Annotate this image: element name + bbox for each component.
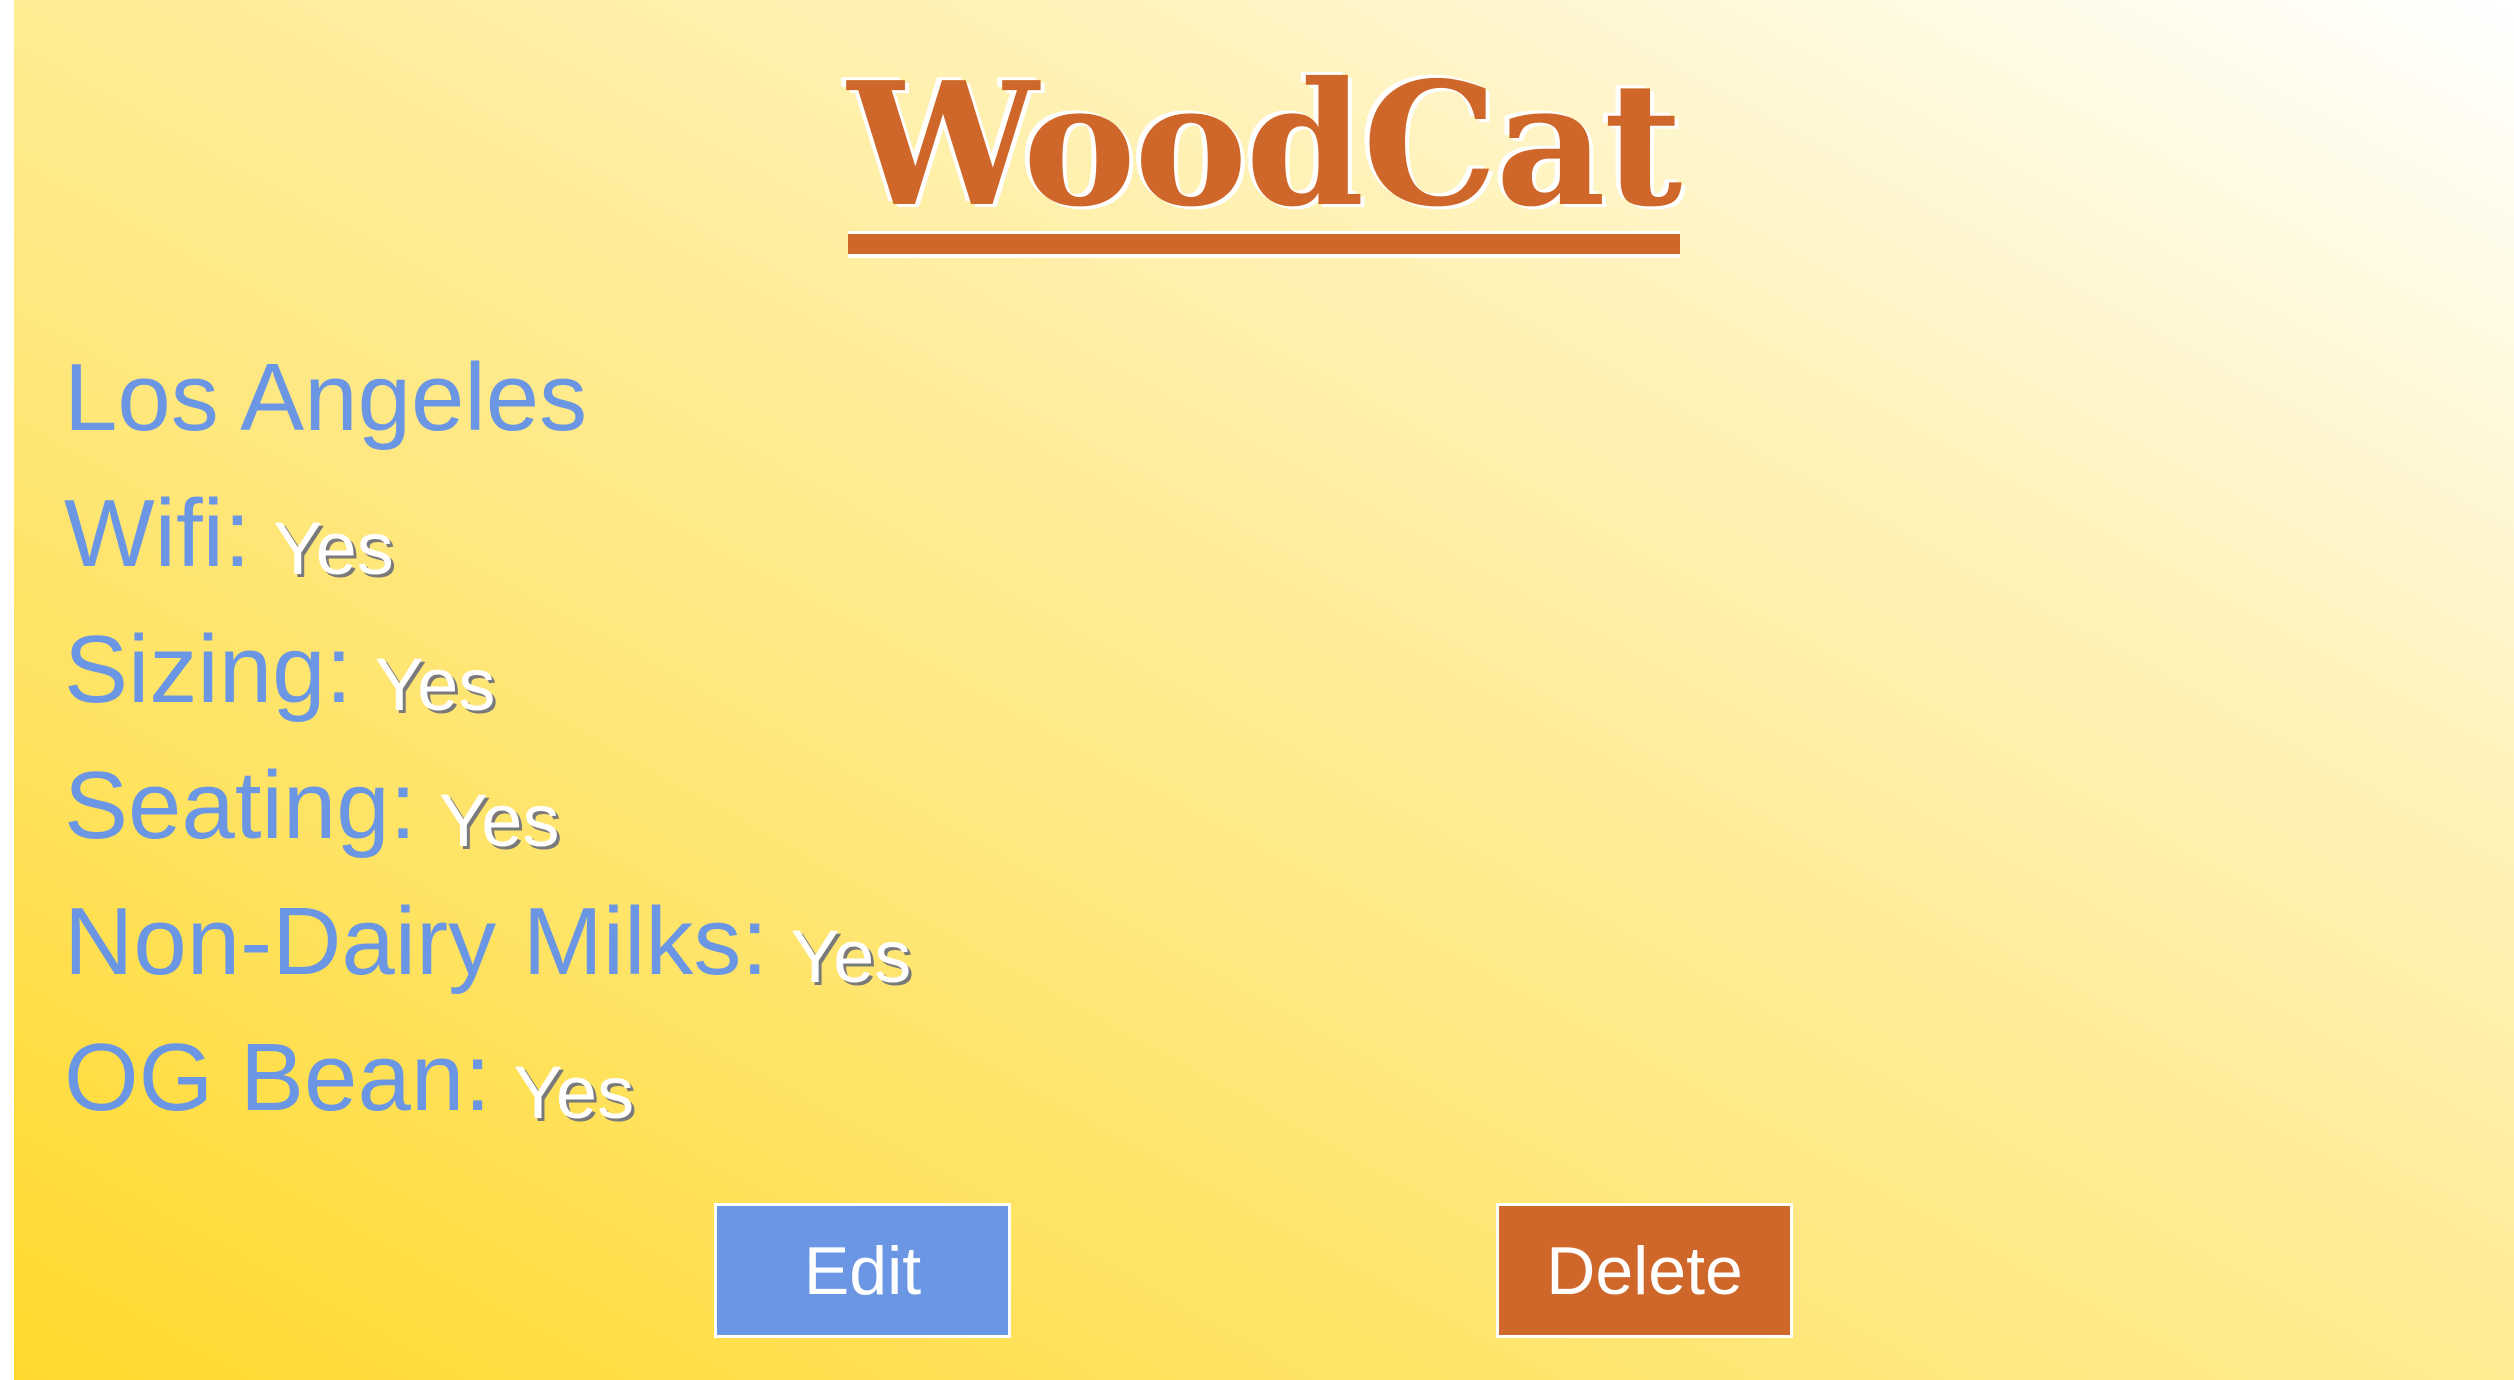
brand-title-underline (847, 231, 1681, 258)
attribute-wifi: Wifi: Yes (64, 466, 911, 602)
attribute-value: Yes (790, 915, 912, 998)
attribute-value: Yes (513, 1051, 635, 1134)
edit-button[interactable]: Edit (714, 1203, 1011, 1338)
attribute-label: OG Bean: (64, 1024, 491, 1131)
coffee-shop-card: WoodCat Los Angeles Wifi: Yes Sizing: Ye… (14, 0, 2514, 1380)
attribute-non-dairy-milks: Non-Dairy Milks: Yes (64, 874, 911, 1010)
delete-button[interactable]: Delete (1496, 1203, 1793, 1338)
shop-city: Los Angeles (64, 344, 588, 451)
brand-title-text: WoodCat (847, 45, 1683, 245)
brand-title: WoodCat (847, 60, 1682, 258)
attribute-sizing: Sizing: Yes (64, 602, 911, 738)
header: WoodCat (14, 60, 2514, 258)
attribute-label: Non-Dairy Milks: (64, 888, 769, 995)
shop-details: Los Angeles Wifi: Yes Sizing: Yes Seatin… (64, 330, 911, 1146)
attribute-value: Yes (374, 643, 496, 726)
attribute-value: Yes (438, 779, 560, 862)
attribute-label: Seating: (64, 752, 417, 859)
attribute-label: Sizing: (64, 616, 353, 723)
attribute-label: Wifi: (64, 480, 251, 587)
attribute-og-bean: OG Bean: Yes (64, 1010, 911, 1146)
attribute-seating: Seating: Yes (64, 738, 911, 874)
attribute-value: Yes (273, 507, 394, 590)
